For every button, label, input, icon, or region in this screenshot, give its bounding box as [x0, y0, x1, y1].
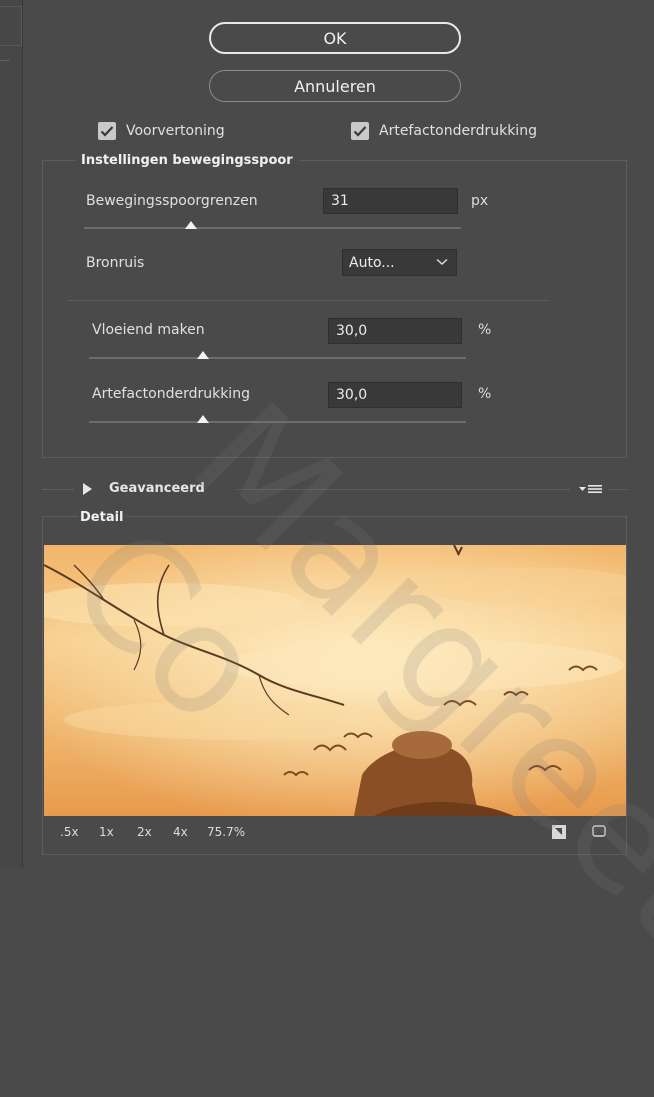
zoom-option-half[interactable]: .5x: [60, 825, 79, 839]
advanced-line-right: [237, 489, 570, 490]
cancel-button[interactable]: Annuleren: [209, 70, 461, 102]
left-divider: [0, 60, 10, 61]
advanced-line-left: [42, 489, 74, 490]
artifact-checkbox[interactable]: Artefactonderdrukking: [351, 122, 537, 140]
detail-loupe-icon[interactable]: [552, 825, 566, 839]
blur-trace-bounds-unit: px: [471, 193, 489, 209]
left-panel-tab[interactable]: [0, 6, 22, 46]
checkmark-icon: [98, 122, 116, 140]
zoom-level: 75.7%: [207, 825, 246, 839]
artifact-suppression-input[interactable]: 30,0: [328, 382, 462, 408]
blur-trace-bounds-thumb[interactable]: [185, 221, 197, 229]
smoothing-label: Vloeiend maken: [92, 322, 205, 338]
smoothing-unit: %: [478, 322, 492, 338]
chevron-down-icon: [436, 258, 448, 266]
ok-button[interactable]: OK: [209, 22, 461, 54]
disclosure-triangle-icon[interactable]: [83, 483, 92, 495]
artifact-suppression-slider[interactable]: [89, 421, 466, 423]
smoothing-slider[interactable]: [89, 357, 466, 359]
source-noise-select[interactable]: Auto...: [342, 249, 457, 276]
blur-trace-bounds-label: Bewegingsspoorgrenzen: [86, 193, 258, 209]
artifact-suppression-unit: %: [478, 386, 492, 402]
zoom-option-1x[interactable]: 1x: [99, 825, 114, 839]
source-noise-value: Auto...: [349, 254, 395, 271]
advanced-toggle[interactable]: Geavanceerd: [109, 481, 205, 496]
fit-view-icon[interactable]: [592, 825, 606, 837]
ok-label: OK: [323, 28, 347, 48]
checkmark-icon: [351, 122, 369, 140]
blur-trace-bounds-slider[interactable]: [84, 227, 461, 229]
panel-menu-icon[interactable]: [578, 482, 606, 496]
zoom-option-2x[interactable]: 2x: [137, 825, 152, 839]
detail-preview-image[interactable]: [44, 545, 626, 816]
artifact-checkbox-label: Artefactonderdrukking: [379, 123, 537, 139]
smoothing-thumb[interactable]: [197, 351, 209, 359]
advanced-line-end: [608, 489, 627, 490]
motion-settings-title: Instellingen bewegingsspoor: [75, 153, 299, 168]
left-panel-edge: [0, 0, 23, 868]
smoothing-input[interactable]: 30,0: [328, 318, 462, 344]
detail-title: Detail: [78, 510, 126, 525]
artifact-suppression-label: Artefactonderdrukking: [92, 386, 250, 402]
source-noise-label: Bronruis: [86, 255, 145, 271]
preview-checkbox[interactable]: Voorvertoning: [98, 122, 225, 140]
cancel-label: Annuleren: [294, 76, 376, 96]
zoom-option-4x[interactable]: 4x: [173, 825, 188, 839]
artifact-suppression-thumb[interactable]: [197, 415, 209, 423]
settings-divider: [68, 300, 549, 301]
preview-label: Voorvertoning: [126, 123, 225, 139]
blur-trace-bounds-input[interactable]: 31: [323, 188, 458, 214]
